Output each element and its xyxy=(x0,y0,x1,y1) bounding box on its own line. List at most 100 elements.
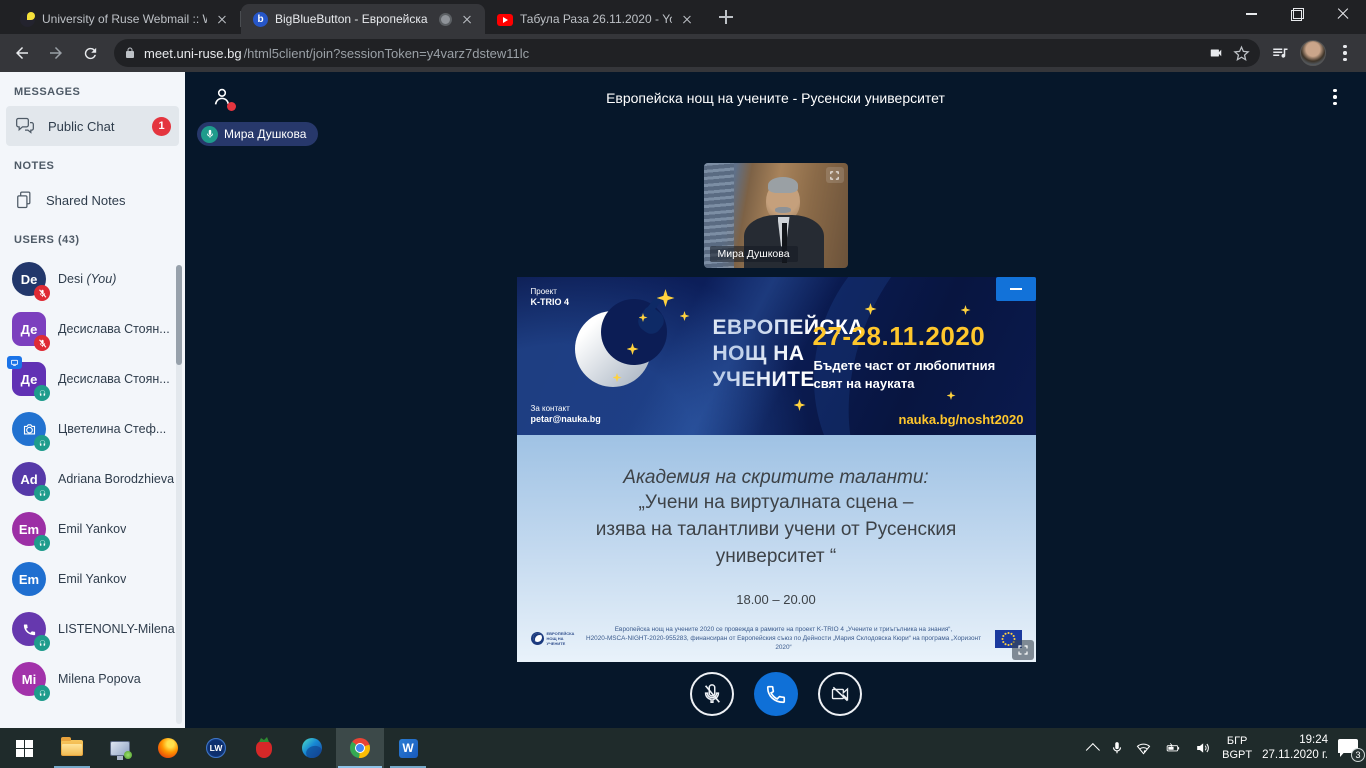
taskbar-strawberry-app[interactable] xyxy=(240,728,288,768)
tab-close-icon[interactable] xyxy=(459,11,475,27)
listen-only-badge xyxy=(34,435,50,451)
back-button[interactable] xyxy=(8,39,36,67)
user-avatar: Де xyxy=(12,312,46,346)
screen-share-icon xyxy=(7,356,22,369)
sidebar-item-public-chat[interactable]: Public Chat 1 xyxy=(6,106,179,146)
user-avatar: Ad xyxy=(12,462,46,496)
bigbluebutton-favicon xyxy=(253,12,268,27)
language-indicator[interactable]: БГР BGPT xyxy=(1222,734,1252,762)
tray-microphone-icon[interactable] xyxy=(1110,739,1124,757)
user-name: Emil Yankov xyxy=(58,572,126,586)
taskbar-lw-app[interactable]: LW xyxy=(192,728,240,768)
user-name: Десислава Стоян... xyxy=(58,372,170,386)
user-avatar: De xyxy=(12,262,46,296)
taskbar-firefox[interactable] xyxy=(144,728,192,768)
user-list-item[interactable]: Цветелина Стеф... xyxy=(0,404,185,454)
tab-youtube[interactable]: Табула Раза 26.11.2020 - YouTub xyxy=(485,4,705,34)
sidebar-item-shared-notes[interactable]: Shared Notes xyxy=(6,180,179,220)
talker-name: Мира Душкова xyxy=(224,127,306,141)
browser-toolbar: meet.uni-ruse.bg/html5client/join?sessio… xyxy=(0,34,1366,72)
user-list-item[interactable]: LISTENONLY-Milena... xyxy=(0,604,185,654)
bookmark-star-icon[interactable] xyxy=(1233,45,1250,62)
webcam-fullscreen-icon[interactable] xyxy=(826,167,844,183)
user-list-item[interactable]: ДеДесислава Стоян... xyxy=(0,354,185,404)
share-webcam-button[interactable] xyxy=(818,672,862,716)
taskbar-chrome[interactable] xyxy=(336,728,384,768)
camera-in-use-icon[interactable] xyxy=(1207,46,1225,60)
notes-section-label: NOTES xyxy=(0,146,185,180)
webcam-video[interactable]: Мира Душкова xyxy=(704,163,848,268)
slide-time-range: 18.00 – 20.00 xyxy=(517,592,1036,607)
users-scrollbar[interactable] xyxy=(176,265,182,724)
user-list-item[interactable]: MiMilena Popova xyxy=(0,654,185,704)
taskbar-file-explorer[interactable] xyxy=(48,728,96,768)
listen-only-badge xyxy=(34,485,50,501)
user-list-item[interactable]: Em Emil Yankov xyxy=(0,554,185,604)
file-explorer-icon xyxy=(61,740,83,756)
slide-heading: Академия на скритите таланти: xyxy=(517,435,1036,489)
chrome-icon xyxy=(350,738,370,758)
options-menu-icon[interactable] xyxy=(1326,87,1344,107)
muted-mic-badge xyxy=(34,285,50,301)
user-list-item[interactable]: AdAdriana Borodzhieva xyxy=(0,454,185,504)
address-bar[interactable]: meet.uni-ruse.bg/html5client/join?sessio… xyxy=(114,39,1260,67)
clock[interactable]: 19:24 27.11.2020 г. xyxy=(1262,733,1328,763)
talker-mic-icon xyxy=(201,126,218,143)
window-close-button[interactable] xyxy=(1320,0,1366,28)
tab-bigbluebutton[interactable]: BigBlueButton - Европейска xyxy=(241,4,485,34)
slide-content: Академия на скритите таланти: „Учени на … xyxy=(517,435,1036,662)
tab-webmail[interactable]: University of Ruse Webmail :: Wel xyxy=(8,4,240,34)
url-host: meet.uni-ruse.bg xyxy=(144,46,242,61)
listen-only-badge xyxy=(34,385,50,401)
users-list: DeDesi (You)ДеДесислава Стоян...ДеДесисл… xyxy=(0,254,185,704)
slide-text-line: изява на талантливи учени от Русенския xyxy=(517,516,1036,543)
researchers-night-logo: ЕВРОПЕЙСКА НОЩ НА УЧЕНИТЕ xyxy=(531,631,573,646)
user-avatar xyxy=(12,612,46,646)
user-avatar: Em xyxy=(12,562,46,596)
tab-close-icon[interactable] xyxy=(679,11,695,27)
unmute-button[interactable] xyxy=(690,672,734,716)
taskbar-word[interactable]: W xyxy=(384,728,432,768)
windows-taskbar: LW W БГР BGPT 19:24 27.11.2020 г. 3 xyxy=(0,728,1366,768)
new-tab-button[interactable] xyxy=(713,4,739,30)
leave-audio-button[interactable] xyxy=(754,672,798,716)
user-list-item[interactable]: EmEmil Yankov xyxy=(0,504,185,554)
slide-text-line: университет “ xyxy=(517,543,1036,570)
messages-section-label: MESSAGES xyxy=(0,72,185,106)
taskbar-edge[interactable] xyxy=(288,728,336,768)
action-center-icon[interactable]: 3 xyxy=(1338,739,1358,757)
browser-menu-icon[interactable] xyxy=(1336,43,1354,63)
listen-only-badge xyxy=(34,635,50,651)
user-name: Десислава Стоян... xyxy=(58,322,170,336)
forward-button[interactable] xyxy=(42,39,70,67)
start-button[interactable] xyxy=(0,728,48,768)
reload-button[interactable] xyxy=(76,39,104,67)
firefox-icon xyxy=(158,738,178,758)
windows-logo-icon xyxy=(16,740,33,757)
minimize-presentation-button[interactable] xyxy=(996,277,1036,301)
user-list-item[interactable]: Де Десислава Стоян... xyxy=(0,304,185,354)
tab-audio-indicator-icon[interactable] xyxy=(439,13,452,26)
tray-expand-icon[interactable] xyxy=(1086,743,1100,757)
window-restore-button[interactable] xyxy=(1274,0,1320,28)
webcam-name-label: Мира Душкова xyxy=(710,246,798,262)
muted-mic-badge xyxy=(34,335,50,351)
slide-banner: Проект K-TRIO 4 ЕВРОПЕЙСКА НОЩ НА УЧЕНИТ… xyxy=(517,277,1036,435)
tab-title: BigBlueButton - Европейска xyxy=(275,12,432,26)
slide-fineprint: Европейска нощ на учените 2020 се провеж… xyxy=(581,625,987,652)
tray-battery-icon[interactable] xyxy=(1163,741,1183,755)
banner-website: nauka.bg/nosht2020 xyxy=(899,412,1024,427)
tab-close-icon[interactable] xyxy=(214,11,230,27)
presentation-fullscreen-icon[interactable] xyxy=(1012,640,1034,660)
taskbar-system-app[interactable] xyxy=(96,728,144,768)
media-controls-icon[interactable] xyxy=(1270,44,1290,62)
user-name: LISTENONLY-Milena... xyxy=(58,622,175,636)
tray-wifi-icon[interactable] xyxy=(1134,740,1153,756)
window-minimize-button[interactable] xyxy=(1228,0,1274,28)
lock-icon xyxy=(124,46,136,60)
tray-volume-icon[interactable] xyxy=(1193,740,1212,756)
user-list-item[interactable]: DeDesi (You) xyxy=(0,254,185,304)
active-talker-pill[interactable]: Мира Душкова xyxy=(197,122,318,146)
browser-profile-avatar[interactable] xyxy=(1300,40,1326,66)
users-scrollbar-thumb[interactable] xyxy=(176,265,182,365)
